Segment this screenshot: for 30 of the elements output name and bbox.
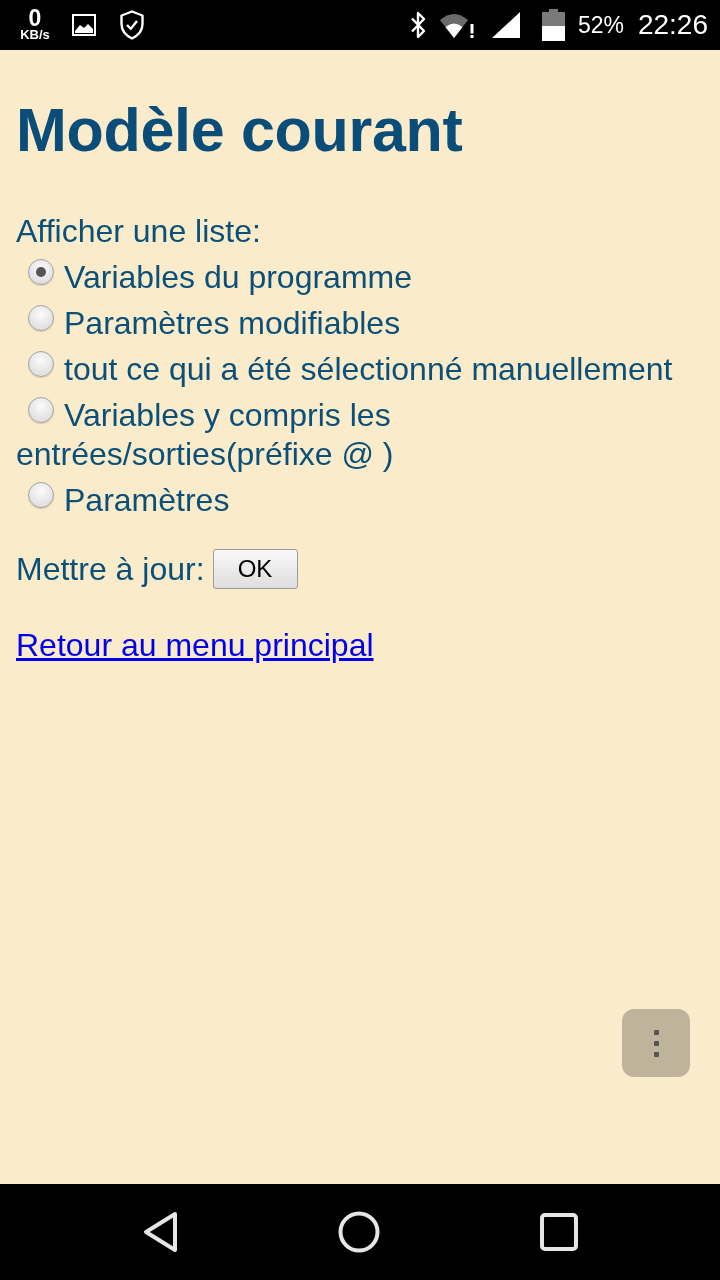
radio-option[interactable]: Variables y compris les entrées/sorties(préfixe @ ) xyxy=(16,395,704,474)
page-title: Modèle courant xyxy=(16,95,464,165)
radio-button[interactable] xyxy=(28,304,54,331)
signal-icon xyxy=(491,12,520,38)
battery-icon xyxy=(541,9,565,41)
battery-percentage: 52% xyxy=(577,11,624,39)
image-icon xyxy=(72,14,96,36)
bluetooth-icon xyxy=(408,10,427,40)
network-speed-value: 0 xyxy=(28,8,42,28)
home-icon[interactable] xyxy=(338,1211,380,1253)
shield-check-icon xyxy=(120,10,144,40)
update-label: Mettre à jour: xyxy=(16,550,205,588)
radio-button[interactable] xyxy=(28,481,54,508)
wifi-icon xyxy=(439,11,476,39)
back-icon[interactable] xyxy=(142,1211,178,1253)
ok-button[interactable]: OK xyxy=(212,549,298,589)
radio-button[interactable] xyxy=(28,396,54,423)
network-speed-unit: KB/s xyxy=(20,28,50,42)
radio-option[interactable]: Paramètres modifiables xyxy=(16,303,401,343)
clock-time: 22:26 xyxy=(637,9,708,41)
main-menu-link[interactable]: Retour au menu principal xyxy=(16,626,374,663)
recent-apps-icon[interactable] xyxy=(540,1213,578,1251)
overflow-menu-button[interactable] xyxy=(622,1009,690,1077)
radio-option[interactable]: Paramètres xyxy=(16,480,230,520)
radio-button[interactable] xyxy=(28,258,54,285)
more-options-icon xyxy=(653,1029,659,1057)
radio-button[interactable] xyxy=(28,350,54,377)
radio-option[interactable]: tout ce qui a été sélectionné manuellement xyxy=(16,349,673,389)
list-label: Afficher une liste: xyxy=(16,211,262,251)
radio-option[interactable]: Variables du programme xyxy=(16,257,412,297)
